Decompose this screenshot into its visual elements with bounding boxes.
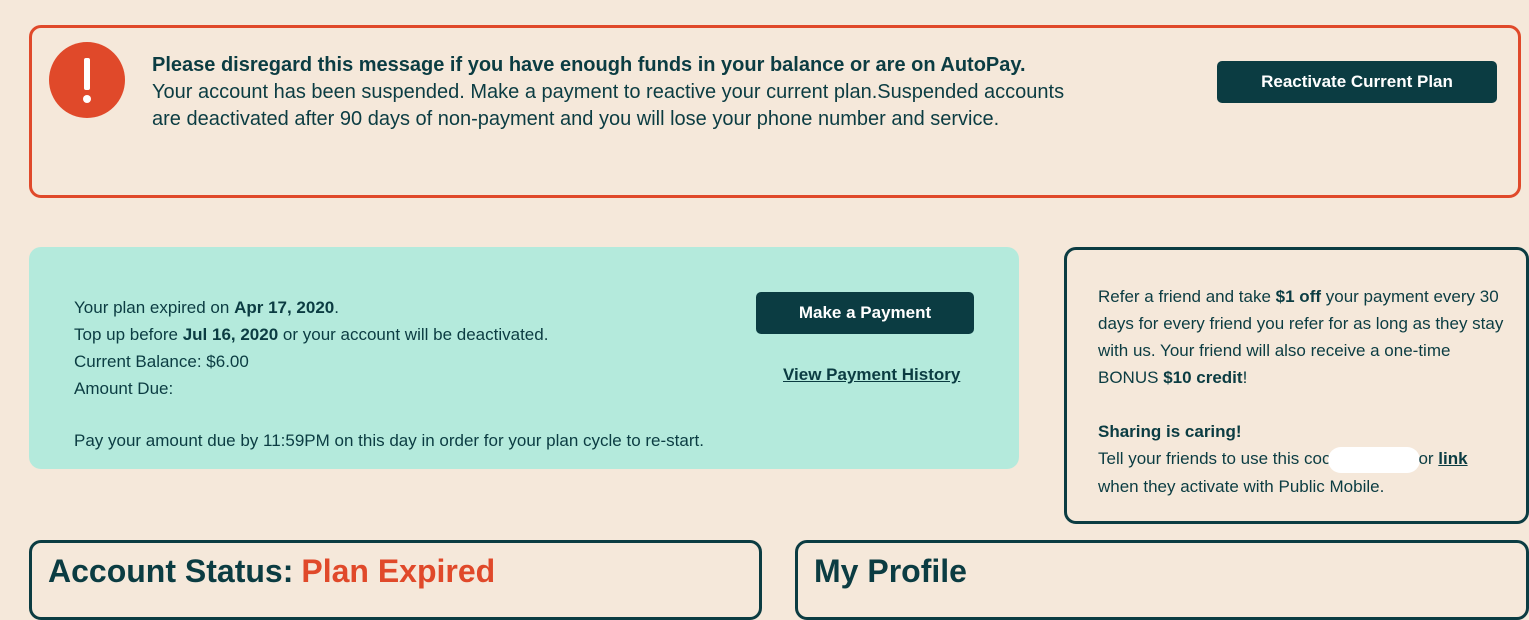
refer-friend-card: Refer a friend and take $1 off your paym… <box>1064 247 1529 524</box>
refer-text-a: Refer a friend and take <box>1098 287 1276 306</box>
alert-message: Please disregard this message if you hav… <box>152 52 1082 133</box>
account-status-card: Account Status: Plan Expired <box>29 540 762 620</box>
reactivate-plan-button[interactable]: Reactivate Current Plan <box>1217 61 1497 103</box>
referral-link[interactable]: link <box>1438 449 1467 468</box>
share-text-c: when they activate with Public Mobile. <box>1098 476 1385 496</box>
my-profile-card: My Profile <box>795 540 1529 620</box>
exclamation-icon <box>49 42 125 118</box>
plan-expired-date: Apr 17, 2020 <box>234 298 335 317</box>
plan-details: Your plan expired on Apr 17, 2020. Top u… <box>74 294 548 402</box>
refer-description: Refer a friend and take $1 off your paym… <box>1098 283 1508 391</box>
plan-expired-suffix: . <box>334 298 339 317</box>
sharing-title: Sharing is caring! <box>1098 422 1242 441</box>
account-status-value: Plan Expired <box>301 553 496 589</box>
refer-text-e: ! <box>1242 368 1248 387</box>
topup-suffix: or your account will be deactivated. <box>278 325 549 344</box>
alert-body: Your account has been suspended. Make a … <box>152 81 1065 130</box>
share-instructions: Tell your friends to use this coc or link… <box>1098 445 1508 500</box>
refer-discount: $1 off <box>1275 287 1322 306</box>
payment-deadline-note: Pay your amount due by 11:59PM on this d… <box>74 431 704 450</box>
view-payment-history-link[interactable]: View Payment History <box>783 365 960 385</box>
refer-bonus: $10 credit <box>1163 368 1243 387</box>
topup-date: Jul 16, 2020 <box>182 325 279 344</box>
suspension-alert: Please disregard this message if you hav… <box>29 25 1521 198</box>
make-payment-button[interactable]: Make a Payment <box>756 292 974 334</box>
referral-code-redacted <box>1328 446 1421 473</box>
plan-summary-card: Your plan expired on Apr 17, 2020. Top u… <box>29 247 1019 469</box>
account-status-title: Account Status: Plan Expired <box>48 553 495 590</box>
topup-line: Top up before Jul 16, 2020 or your accou… <box>74 321 548 348</box>
share-text-a: Tell your friends to use this coc <box>1098 449 1331 468</box>
alert-heading: Please disregard this message if you hav… <box>152 54 1026 76</box>
plan-expired-prefix: Your plan expired on <box>74 298 235 317</box>
share-text-b: or <box>1418 449 1439 468</box>
refer-text: Refer a friend and take $1 off your paym… <box>1098 283 1508 500</box>
account-status-label: Account Status: <box>48 553 294 589</box>
amount-due: Amount Due: <box>74 379 174 398</box>
my-profile-title: My Profile <box>814 553 967 589</box>
plan-expired-line: Your plan expired on Apr 17, 2020. <box>74 294 548 321</box>
topup-prefix: Top up before <box>74 325 183 344</box>
current-balance: Current Balance: $6.00 <box>74 352 249 371</box>
